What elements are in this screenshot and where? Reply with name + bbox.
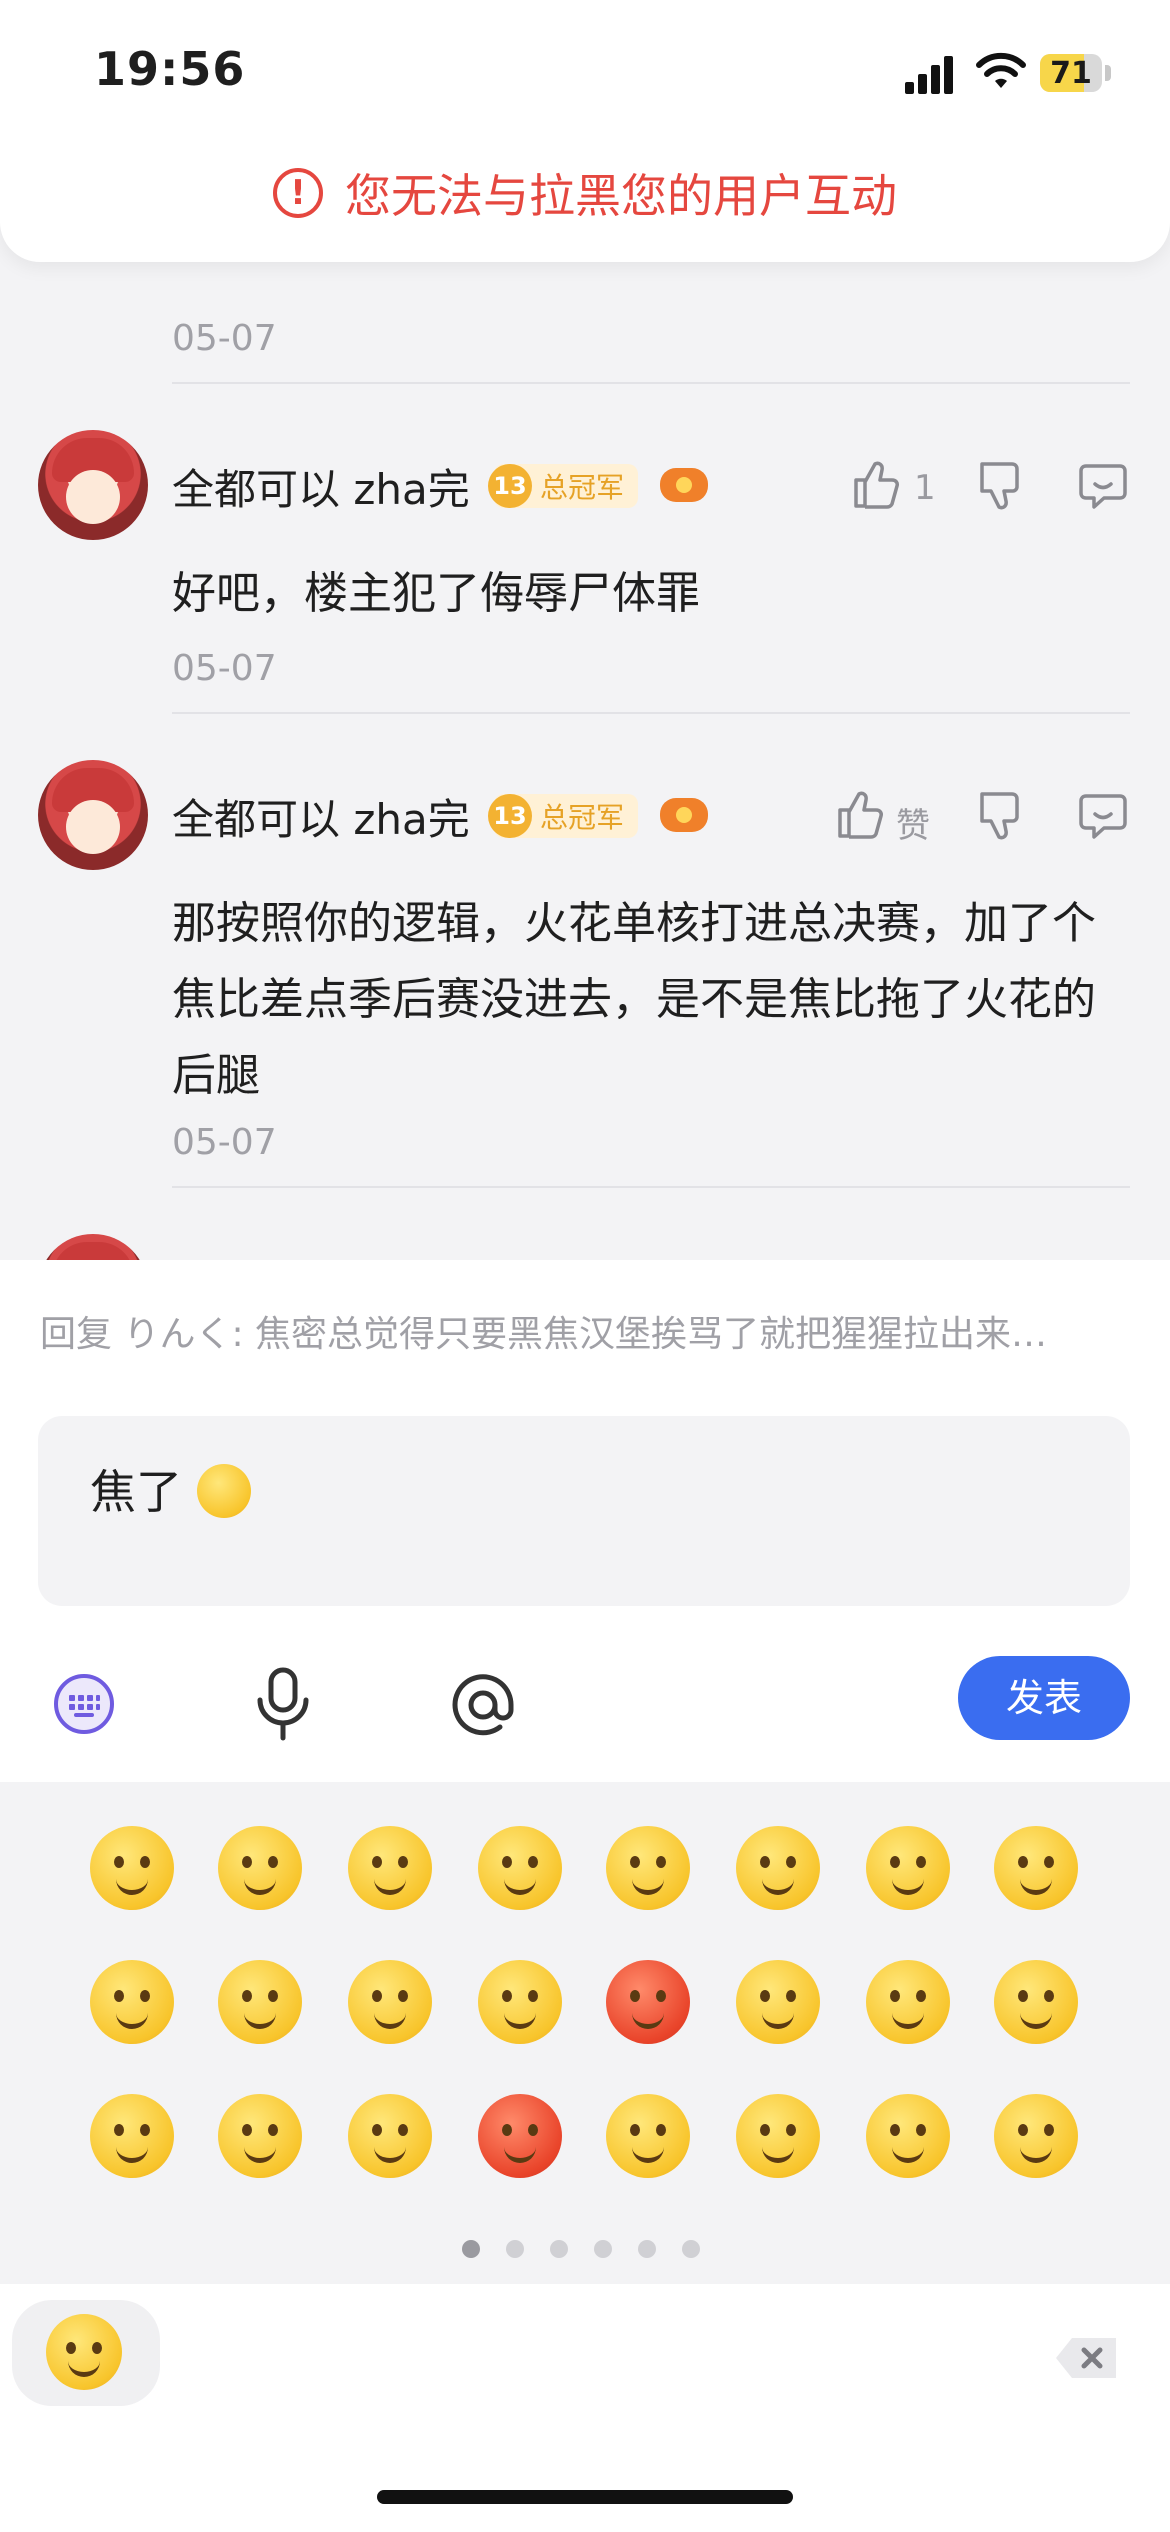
badge-level: 13 (488, 794, 532, 838)
gamepad-icon (660, 798, 708, 832)
emoji-icon[interactable] (348, 1826, 432, 1910)
wifi-icon (976, 52, 1026, 88)
home-indicator (377, 2490, 793, 2504)
blocked-toast: ! 您无法与拉黑您的用户互动 (0, 160, 1170, 226)
emoji-icon[interactable] (90, 1826, 174, 1910)
delete-backspace-icon[interactable] (1052, 2332, 1122, 2384)
comment-date: 05-07 (172, 648, 277, 689)
emoji-icon[interactable] (994, 1960, 1078, 2044)
level-badge[interactable]: 13 总冠军 (488, 794, 639, 838)
emoji-icon[interactable] (736, 1826, 820, 1910)
page-dot[interactable] (594, 2240, 612, 2258)
reply-bubble-icon[interactable] (1078, 462, 1128, 510)
gamepad-icon (660, 468, 708, 502)
emoji-icon[interactable] (736, 2094, 820, 2178)
battery-tip (1105, 65, 1111, 81)
comment-username[interactable]: 全都可以 zha完 (172, 456, 470, 517)
comment-date: 05-07 (172, 318, 277, 359)
emoji-icon[interactable] (866, 1826, 950, 1910)
level-badge[interactable]: 13 总冠军 (488, 464, 639, 508)
emoji-icon[interactable] (218, 1826, 302, 1910)
thumb-up-icon[interactable] (834, 788, 884, 840)
signal-icon (905, 54, 957, 94)
badge-text: 总冠军 (540, 471, 625, 504)
keyboard-icon[interactable] (52, 1672, 116, 1736)
like-label: 赞 (896, 806, 930, 846)
emoji-icon[interactable] (994, 1826, 1078, 1910)
emoji-icon[interactable] (994, 2094, 1078, 2178)
emoji-icon[interactable] (866, 1960, 950, 2044)
avatar[interactable] (38, 760, 148, 870)
comment-divider (172, 382, 1130, 384)
emoji-icon[interactable] (90, 2094, 174, 2178)
emoji-icon[interactable] (218, 2094, 302, 2178)
hugging-emoji-icon (196, 1464, 251, 1518)
emoji-icon[interactable] (478, 2094, 562, 2178)
at-icon[interactable] (446, 1668, 520, 1742)
emoji-icon[interactable] (478, 1960, 562, 2044)
comment-input-text[interactable]: 焦了 (90, 1456, 251, 1522)
reply-prefix: 回复 りんく: (40, 1314, 244, 1355)
smile-emoji-icon (46, 2314, 122, 2390)
thumb-down-icon[interactable] (976, 460, 1026, 512)
badge-text: 总冠军 (540, 801, 625, 834)
emoji-icon[interactable] (606, 2094, 690, 2178)
emoji-page-indicator (462, 2240, 700, 2258)
emoji-icon[interactable] (866, 2094, 950, 2178)
send-button[interactable]: 发表 (958, 1656, 1130, 1740)
emoji-icon[interactable] (218, 1960, 302, 2044)
battery-percent: 71 (1050, 56, 1092, 91)
toast-text: 您无法与拉黑您的用户互动 (345, 169, 897, 223)
thumb-up-icon[interactable] (850, 458, 900, 510)
emoji-icon[interactable] (348, 1960, 432, 2044)
badge-level: 13 (488, 464, 532, 508)
page-dot[interactable] (550, 2240, 568, 2258)
emoji-icon[interactable] (606, 1826, 690, 1910)
emoji-icon[interactable] (478, 1826, 562, 1910)
reply-bubble-icon[interactable] (1078, 792, 1128, 840)
comment-username[interactable]: 全都可以 zha完 (172, 786, 470, 847)
comment-divider (172, 1186, 1130, 1188)
input-text: 焦了 (90, 1465, 182, 1519)
reply-target[interactable]: 回复 りんく: 焦密总觉得只要黑焦汉堡挨骂了就把猩猩拉出来… (40, 1305, 1130, 1357)
thumb-down-icon[interactable] (976, 790, 1026, 842)
page-dot[interactable] (682, 2240, 700, 2258)
comment-date: 05-07 (172, 1122, 277, 1163)
battery-icon: 71 (1040, 54, 1102, 92)
microphone-icon[interactable] (252, 1666, 314, 1742)
comment-divider (172, 712, 1130, 714)
emoji-icon[interactable] (606, 1960, 690, 2044)
alert-circle-icon: ! (273, 168, 323, 218)
like-count: 1 (914, 468, 936, 508)
comment-text: 好吧，楼主犯了侮辱尸体罪 (172, 568, 700, 619)
reply-quoted-text: 焦密总觉得只要黑焦汉堡挨骂了就把猩猩拉出来… (255, 1314, 1048, 1355)
emoji-icon[interactable] (736, 1960, 820, 2044)
emoji-icon[interactable] (348, 2094, 432, 2178)
page-dot[interactable] (506, 2240, 524, 2258)
comment-text: 那按照你的逻辑，火花单核打进总决赛，加了个焦比差点季后赛没进去，是不是焦比拖了火… (172, 898, 1096, 1101)
avatar[interactable] (38, 430, 148, 540)
emoji-category-tab[interactable] (12, 2300, 160, 2406)
page-dot[interactable] (638, 2240, 656, 2258)
emoji-icon[interactable] (90, 1960, 174, 2044)
status-time: 19:56 (94, 42, 246, 96)
page-dot[interactable] (462, 2240, 480, 2258)
